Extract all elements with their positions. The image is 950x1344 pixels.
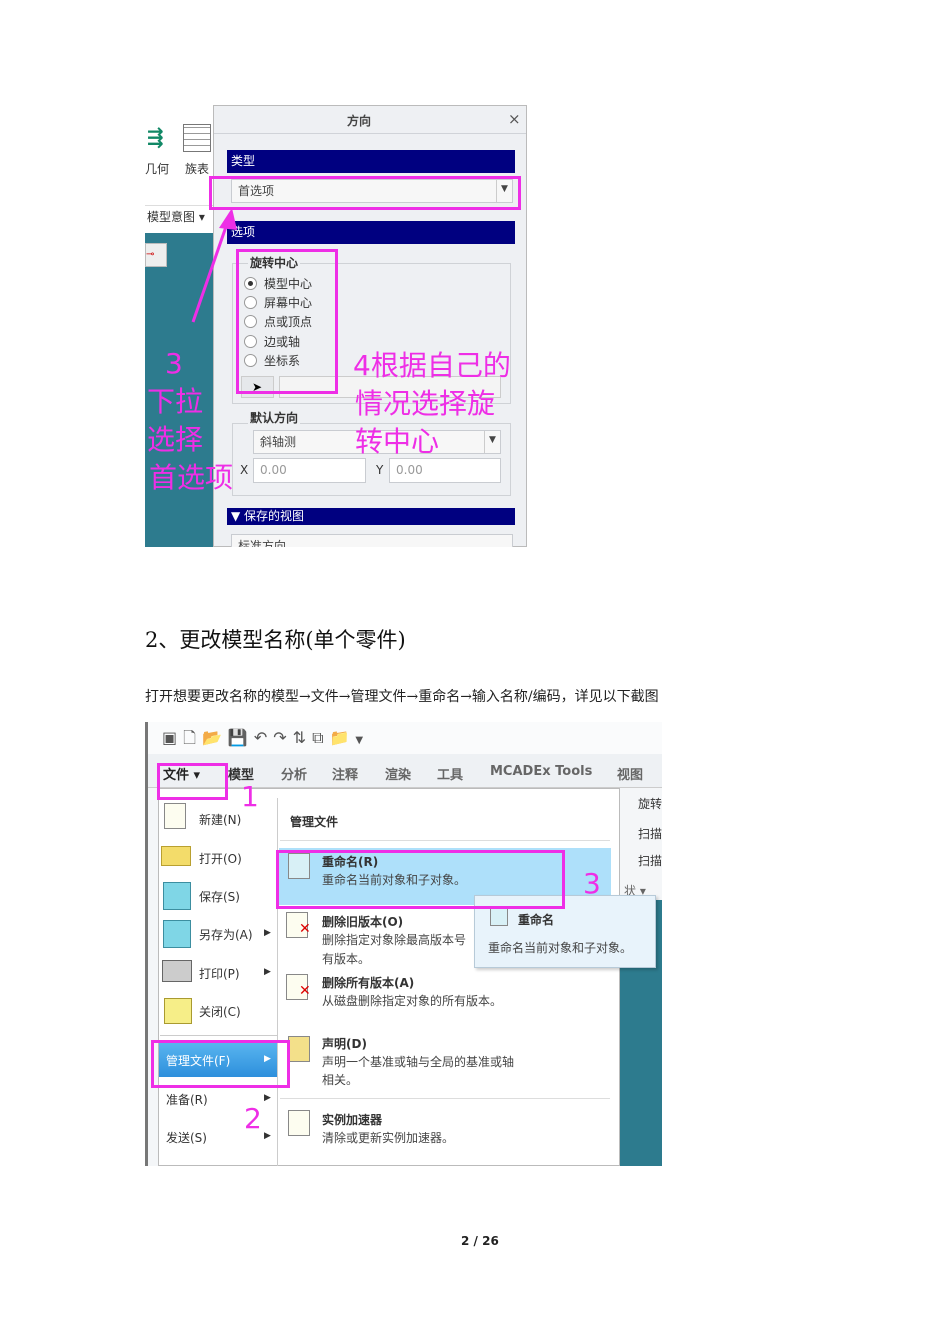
item-delete-old-versions[interactable]: 删除旧版本(O) [322, 913, 403, 930]
annotation-3-line: 下拉 [147, 385, 204, 418]
menu-close[interactable]: 关闭(C) [199, 1003, 241, 1020]
redo-icon[interactable]: ↷ [273, 728, 292, 747]
menu-open[interactable]: 打开(O) [199, 850, 242, 867]
customize-chevron-icon[interactable]: ▼ [355, 735, 369, 746]
rename-icon [490, 908, 508, 926]
annotation-4-line: 转中心 [355, 425, 440, 458]
item-desc: 从磁盘删除指定对象的所有版本。 [322, 994, 503, 1008]
revolve-button[interactable]: 旋转 [638, 795, 662, 812]
annotation-4-line: 4根据自己的 [353, 349, 511, 382]
save-icon[interactable]: 💾 [228, 728, 254, 747]
highlight-rename [276, 850, 565, 909]
save-as-icon [163, 920, 191, 948]
submenu-title: 管理文件 [290, 815, 339, 829]
annotation-3-number: 3 [165, 347, 183, 380]
sweep-button[interactable]: 扫描 [638, 825, 662, 842]
delete-old-versions-icon: ✕ [286, 912, 311, 938]
instance-accelerator-icon [288, 1110, 310, 1136]
new-icon[interactable]: 🗋 [183, 728, 202, 747]
windows-icon[interactable]: ⧉ [312, 728, 329, 747]
save-floppy-icon [163, 882, 191, 910]
close-folder-icon [164, 998, 192, 1024]
item-instance-accelerator[interactable]: 实例加速器 [322, 1111, 382, 1128]
submenu-arrow-icon: ▶ [264, 967, 271, 977]
submenu-arrow-icon: ▶ [264, 1093, 271, 1103]
sweep-blend-button[interactable]: 扫描 [638, 852, 662, 869]
item-desc: 声明一个基准或轴与全局的基准或轴 [322, 1055, 515, 1069]
delete-all-versions-icon: ✕ [286, 974, 311, 1000]
menu-prepare[interactable]: 准备(R) [166, 1091, 208, 1108]
tab-mcadex-tools[interactable]: MCADEx Tools [490, 764, 592, 779]
regenerate-icon[interactable]: ⇅ [293, 728, 312, 747]
undo-icon[interactable]: ↶ [254, 728, 273, 747]
submenu-arrow-icon: ▶ [264, 928, 271, 938]
highlight-manage-files [151, 1040, 290, 1088]
printer-icon [162, 960, 192, 982]
submenu-arrow-icon: ▶ [264, 1131, 271, 1141]
declare-icon [288, 1036, 310, 1062]
tooltip-desc: 重命名当前对象和子对象。 [488, 941, 633, 955]
menu-send[interactable]: 发送(S) [166, 1129, 207, 1146]
tab-tools[interactable]: 工具 [437, 764, 463, 783]
menu-print[interactable]: 打印(P) [199, 965, 240, 982]
new-file-icon [164, 803, 186, 829]
tab-render[interactable]: 渲染 [385, 764, 411, 783]
instruction-text: 打开想要更改名称的模型→文件→管理文件→重命名→输入名称/编码，详见以下截图 [145, 689, 659, 705]
tab-view[interactable]: 视图 [617, 764, 643, 783]
annotation-1: 1 [241, 780, 259, 813]
open-icon[interactable]: 📂 [202, 728, 228, 747]
annotation-3-line: 首选项 [149, 461, 234, 494]
page-number: 2 / 26 [461, 1234, 499, 1248]
tab-annotate[interactable]: 注释 [332, 764, 358, 783]
item-desc: 清除或更新实例加速器。 [322, 1131, 455, 1145]
tab-analysis[interactable]: 分析 [281, 764, 307, 783]
item-desc: 有版本。 [322, 952, 371, 966]
open-folder-icon [161, 846, 191, 866]
screenshot-orientation-dialog: ⇶ 几何 族表 模型意图 ▾ ⊸ 方向 × 类型 首选项 ▼ 选项 旋转中心 模型… [145, 100, 527, 547]
menu-new[interactable]: 新建(N) [199, 811, 241, 828]
app-icon[interactable]: ▣ [162, 728, 183, 747]
item-delete-all-versions[interactable]: 删除所有版本(A) [322, 974, 414, 991]
menu-save[interactable]: 保存(S) [199, 888, 240, 905]
annotation-4-line: 情况选择旋 [355, 387, 496, 420]
item-desc: 删除指定对象除最高版本号 [322, 933, 467, 947]
quick-access-toolbar: ▣🗋📂💾↶↷⇅⧉📁▼ [148, 722, 662, 754]
item-desc: 相关。 [322, 1073, 359, 1087]
annotation-3: 3 [583, 867, 601, 900]
item-declare[interactable]: 声明(D) [322, 1035, 367, 1052]
close-window-icon[interactable]: 📁 [330, 728, 356, 747]
tooltip-title: 重命名 [518, 913, 555, 927]
annotation-2: 2 [244, 1102, 262, 1135]
annotation-3-line: 选择 [147, 423, 204, 456]
highlight-file-tab [157, 763, 228, 800]
section-heading: 2、更改模型名称(单个零件) [145, 628, 406, 652]
menu-save-as[interactable]: 另存为(A) [199, 926, 253, 943]
